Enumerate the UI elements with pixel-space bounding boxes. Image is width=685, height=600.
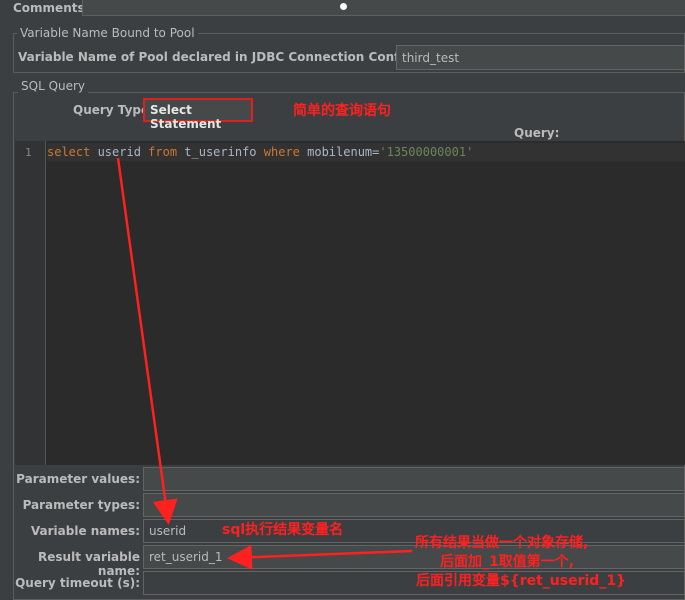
sql-query-section-title: SQL Query xyxy=(18,79,89,93)
parameter-types-input[interactable] xyxy=(143,493,685,517)
comments-bar: Comments: xyxy=(0,0,685,16)
sql-keyword-select: select xyxy=(47,145,91,159)
sql-editor[interactable]: 1 select userid from t_userinfo where mo… xyxy=(15,141,685,465)
pool-name-input[interactable]: third_test xyxy=(396,45,685,70)
parameter-values-input[interactable] xyxy=(143,467,685,491)
sql-code-line: select userid from t_userinfo where mobi… xyxy=(47,145,473,159)
result-variable-label: Result variable name: xyxy=(38,550,140,578)
query-type-select[interactable]: Select Statement xyxy=(143,98,253,131)
annotation-object-line3: 后面引用变量${ret_userid_1} xyxy=(416,573,627,589)
line-number: 1 xyxy=(25,146,32,159)
sql-condition: mobilenum= xyxy=(299,145,380,159)
query-label: Query: xyxy=(514,126,560,140)
variable-names-label: Variable names: xyxy=(30,524,140,538)
parameter-values-label: Parameter values: xyxy=(16,472,140,486)
parameter-types-label: Parameter types: xyxy=(22,498,140,512)
annotation-simple-query: 简单的查询语句 xyxy=(293,103,391,119)
query-timeout-label: Query timeout (s): xyxy=(15,576,140,590)
query-type-label: Query Type: xyxy=(73,103,154,117)
sql-column: userid xyxy=(90,145,149,159)
annotation-object-line2: 后面加_1取值第一个, xyxy=(440,554,575,570)
sql-table: t_userinfo xyxy=(177,145,264,159)
comments-input[interactable] xyxy=(82,0,685,16)
line-number-gutter: 1 xyxy=(15,141,46,465)
annotation-object-line1: 所有结果当做一个对象存储, xyxy=(415,535,589,551)
sql-keyword-where: where xyxy=(263,145,300,159)
sql-string-literal: '13500000001' xyxy=(379,145,474,159)
comments-label: Comments: xyxy=(13,1,90,15)
splitter-handle[interactable] xyxy=(340,3,347,10)
annotation-sql-result-var: sql执行结果变量名 xyxy=(222,522,344,538)
pool-section-title: Variable Name Bound to Pool xyxy=(17,26,198,40)
result-variable-input[interactable]: ret_userid_1 xyxy=(143,545,685,569)
sql-keyword-from: from xyxy=(148,145,178,159)
